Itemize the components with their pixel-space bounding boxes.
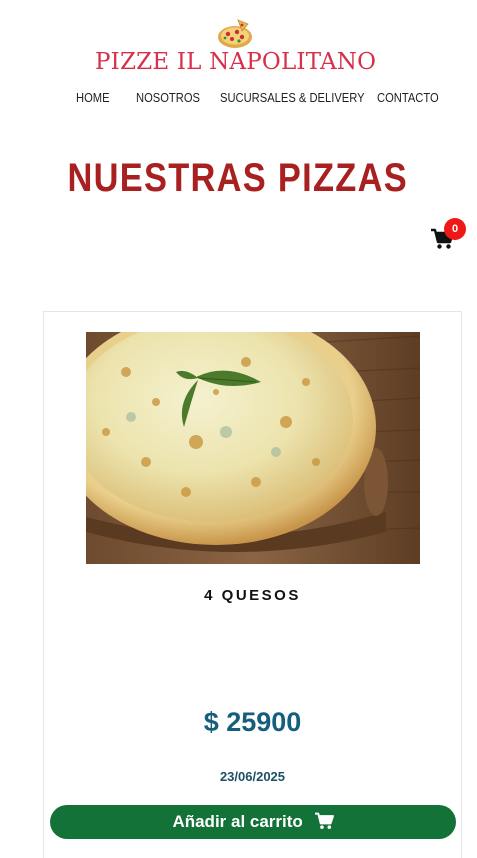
nav-item-home[interactable]: HOME	[76, 89, 110, 107]
product-name: 4 QUESOS	[204, 587, 301, 604]
product-date: 23/06/2025	[219, 769, 286, 784]
nav-item-nosotros[interactable]: NOSOTROS	[136, 89, 200, 107]
main-nav: HOME NOSOTROS SUCURSALES & DELIVERY CONT…	[0, 89, 477, 107]
product-price: $ 25900	[203, 707, 302, 737]
product-card: 4 QUESOS $ 25900 23/06/2025 Añadir al ca…	[43, 311, 462, 858]
pizza-icon	[218, 19, 252, 48]
page: PIZZE IL NAPOLITANO HOME NOSOTROS SUCURS…	[0, 0, 477, 858]
nav-item-sucursales-delivery[interactable]: SUCURSALES & DELIVERY	[220, 89, 365, 107]
nav-item-contacto[interactable]: CONTACTO	[377, 89, 439, 107]
cart-button[interactable]: 0	[430, 218, 466, 252]
cart-count-badge: 0	[444, 218, 466, 240]
add-to-cart-label: Añadir al carrito	[172, 812, 303, 831]
page-title: NUESTRAS PIZZAS	[67, 156, 408, 200]
add-to-cart-button[interactable]: Añadir al carrito	[50, 805, 456, 839]
site-logo[interactable]: PIZZE IL NAPOLITANO	[0, 18, 477, 80]
brand-name: PIZZE IL NAPOLITANO	[95, 49, 377, 75]
shopping-cart-icon	[314, 812, 334, 829]
pizza-photo	[86, 332, 420, 564]
